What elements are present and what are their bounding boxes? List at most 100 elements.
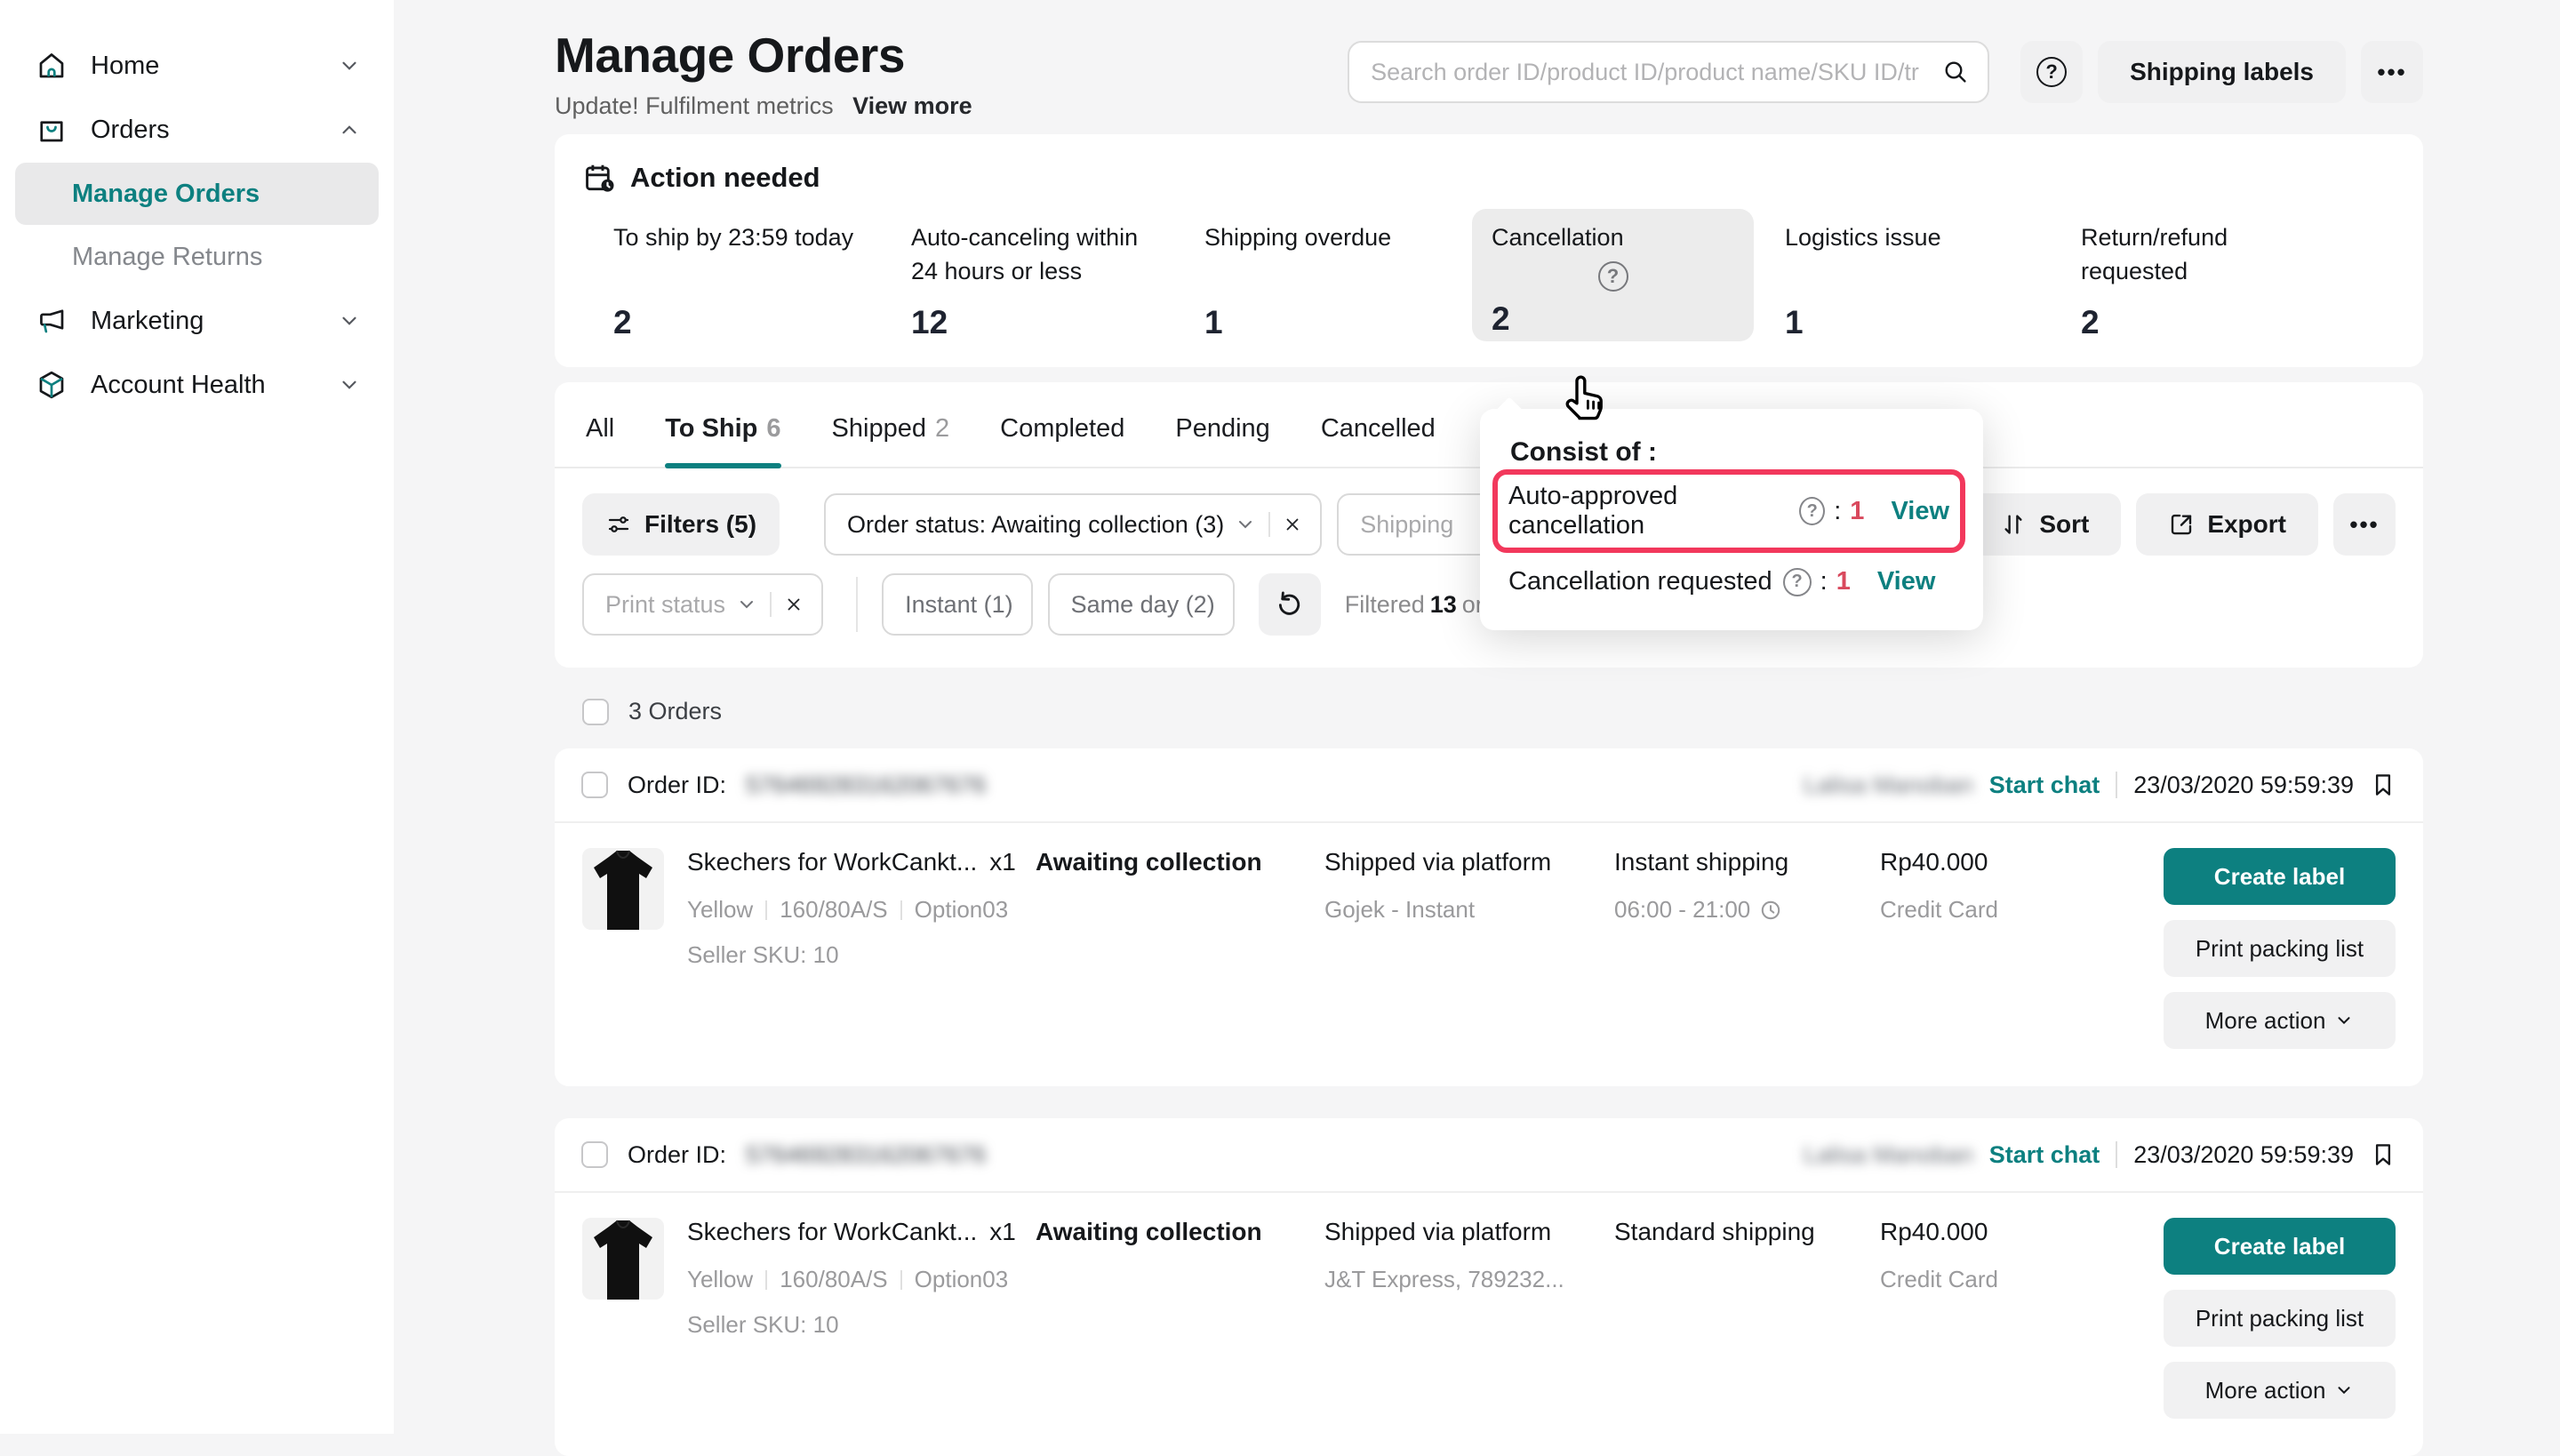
filters-button-label: Filters (5) (644, 510, 756, 539)
tab-count: 6 (766, 414, 780, 444)
chip-divider (770, 592, 772, 617)
action-card-shipping-overdue[interactable]: Shipping overdue 1 (1204, 220, 1492, 341)
print-packing-text: Print packing list (2196, 1305, 2364, 1332)
action-needed-row: To ship by 23:59 today 2 Auto-canceling … (582, 220, 2396, 341)
ellipsis-icon: ••• (2349, 511, 2379, 539)
sort-button[interactable]: Sort (1968, 493, 2121, 556)
action-card-logistics-issue[interactable]: Logistics issue 1 (1785, 220, 2081, 341)
more-action-button[interactable]: More action (2164, 1362, 2396, 1419)
ellipsis-icon: ••• (2377, 59, 2406, 86)
print-packing-list-button[interactable]: Print packing list (2164, 1290, 2396, 1347)
sidebar-item-label: Orders (91, 116, 338, 145)
shipping-labels-button[interactable]: Shipping labels (2098, 41, 2346, 103)
sidebar: Home Orders Manage Orders Manage Returns… (0, 0, 394, 1434)
order-body: Skechers for WorkCankt... x1 Yellow 160/… (555, 1193, 2423, 1456)
product-name[interactable]: Skechers for WorkCankt... (687, 848, 977, 876)
chevron-down-icon (338, 54, 361, 77)
view-link[interactable]: View (1891, 497, 1949, 526)
main-content: Manage Orders Update! Fulfilment metrics… (394, 0, 2560, 1434)
tooltip-colon: : (1820, 567, 1828, 596)
start-chat-link[interactable]: Start chat (1989, 772, 2100, 799)
close-icon[interactable] (784, 595, 804, 614)
home-icon (36, 50, 68, 82)
action-card-auto-canceling[interactable]: Auto-canceling within 24 hours or less 1… (911, 220, 1204, 341)
filtered-count: 13 (1430, 591, 1457, 618)
product-variant: Yellow 160/80A/S Option03 (687, 896, 1036, 924)
create-label-button[interactable]: Create label (2164, 1218, 2396, 1275)
tooltip-row-label: Auto-approved cancellation (1508, 482, 1788, 540)
chevron-down-icon (1235, 514, 1256, 535)
help-button[interactable]: ? (2020, 41, 2083, 103)
tab-shipped[interactable]: Shipped 2 (832, 414, 950, 467)
shipping-filter-placeholder: Shipping (1360, 511, 1453, 539)
instant-chip-label: Instant (1) (905, 591, 1013, 619)
create-label-text: Create label (2214, 1233, 2345, 1260)
more-filters-button[interactable]: ••• (2333, 493, 2396, 556)
order-status-value: Order status: Awaiting collection (3) (847, 511, 1224, 539)
bookmark-icon[interactable] (2370, 1141, 2396, 1168)
product-image[interactable] (582, 848, 664, 930)
search-input[interactable] (1371, 59, 1941, 86)
filters-button[interactable]: Filters (5) (582, 493, 780, 556)
question-circle-icon[interactable]: ? (1799, 497, 1825, 525)
view-more-link[interactable]: View more (852, 92, 972, 119)
more-options-button[interactable]: ••• (2361, 41, 2423, 103)
divider (900, 900, 902, 920)
shipping-type: Standard shipping (1614, 1218, 1880, 1246)
instant-filter-chip[interactable]: Instant (1) (882, 573, 1033, 636)
bookmark-icon[interactable] (2370, 772, 2396, 798)
print-packing-list-button[interactable]: Print packing list (2164, 920, 2396, 977)
action-card-count: 1 (1204, 304, 1474, 341)
start-chat-link[interactable]: Start chat (1989, 1141, 2100, 1169)
create-label-button[interactable]: Create label (2164, 848, 2396, 905)
payment-col: Rp40.000 Credit Card (1880, 848, 2093, 924)
tab-completed[interactable]: Completed (1000, 414, 1124, 467)
shipping-method: Shipped via platform (1324, 848, 1614, 876)
tab-to-ship[interactable]: To Ship 6 (665, 414, 780, 467)
action-card-to-ship[interactable]: To ship by 23:59 today 2 (613, 220, 911, 341)
order-timestamp: 23/03/2020 59:59:39 (2133, 1141, 2354, 1169)
sidebar-item-account-health[interactable]: Account Health (0, 353, 394, 417)
filtered-prefix: Filtered (1345, 591, 1425, 618)
order-price: Rp40.000 (1880, 848, 2093, 876)
question-circle-icon[interactable]: ? (1598, 261, 1628, 292)
tab-all[interactable]: All (586, 414, 614, 467)
more-action-button[interactable]: More action (2164, 992, 2396, 1049)
reset-filters-button[interactable] (1259, 573, 1321, 636)
sidebar-item-orders[interactable]: Orders (0, 98, 394, 162)
order-checkbox[interactable] (581, 1141, 608, 1168)
same-day-chip-label: Same day (2) (1071, 591, 1215, 619)
sidebar-item-home[interactable]: Home (0, 34, 394, 98)
select-all-checkbox[interactable] (582, 699, 609, 725)
sidebar-item-label: Account Health (91, 371, 338, 400)
action-card-count: 2 (1492, 300, 1734, 338)
tab-label: All (586, 414, 614, 444)
order-price: Rp40.000 (1880, 1218, 2093, 1246)
tab-pending[interactable]: Pending (1175, 414, 1269, 467)
action-card-cancellation[interactable]: Cancellation ? 2 (1472, 209, 1754, 341)
product-image[interactable] (582, 1218, 664, 1300)
shipping-method-col: Shipped via platform J&T Express, 789232… (1324, 1218, 1614, 1293)
search-icon[interactable] (1941, 58, 1970, 86)
view-link[interactable]: View (1877, 567, 1936, 596)
order-status-filter-chip[interactable]: Order status: Awaiting collection (3) (824, 493, 1322, 556)
same-day-filter-chip[interactable]: Same day (2) (1048, 573, 1235, 636)
print-status-filter-chip[interactable]: Print status (582, 573, 823, 636)
tooltip-row-label: Cancellation requested (1508, 567, 1772, 596)
action-card-return-refund[interactable]: Return/refund requested 2 (2081, 220, 2379, 341)
sidebar-item-manage-orders[interactable]: Manage Orders (15, 163, 379, 225)
export-button[interactable]: Export (2136, 493, 2318, 556)
manage-orders-page: Home Orders Manage Orders Manage Returns… (0, 0, 2560, 1434)
close-icon[interactable] (1283, 515, 1302, 534)
tab-cancelled[interactable]: Cancelled (1321, 414, 1436, 467)
product-name[interactable]: Skechers for WorkCankt... (687, 1218, 977, 1246)
order-checkbox[interactable] (581, 772, 608, 798)
sidebar-item-marketing[interactable]: Marketing (0, 289, 394, 353)
shipping-method: Shipped via platform (1324, 1218, 1614, 1246)
shipping-type-col: Instant shipping 06:00 - 21:00 (1614, 848, 1880, 924)
sidebar-item-manage-returns[interactable]: Manage Returns (15, 226, 379, 288)
list-toolbar: Sort Export ••• (1968, 493, 2396, 556)
order-id-value-blurred: 576469283162067676 (746, 1141, 986, 1169)
question-circle-icon[interactable]: ? (1783, 568, 1812, 596)
divider (900, 1270, 902, 1290)
